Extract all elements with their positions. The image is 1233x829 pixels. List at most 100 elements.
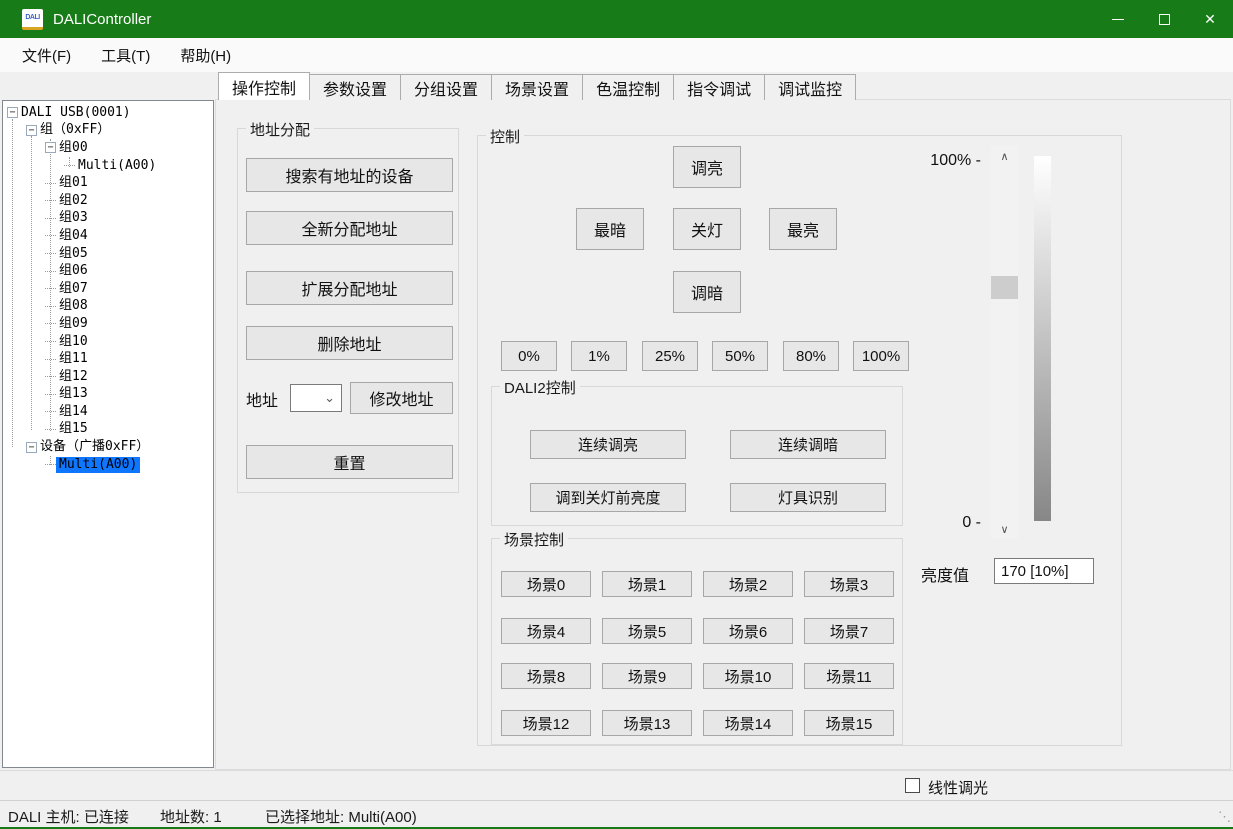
assign-new-address-button[interactable]: 全新分配地址	[246, 211, 453, 245]
tree-item-03[interactable]: 组03	[3, 210, 213, 228]
tree-collapse-icon[interactable]: −	[45, 142, 56, 153]
tree-item-04[interactable]: 组04	[3, 227, 213, 245]
scene-button-3[interactable]: 场景3	[804, 571, 894, 597]
tab-command-debug[interactable]: 指令调试	[673, 74, 765, 100]
brightness-gradient-bar	[1034, 156, 1051, 521]
luminaire-identify-button[interactable]: 灯具识别	[730, 483, 886, 512]
tree-item-daliusb0001[interactable]: −DALI USB(0001)	[3, 104, 213, 122]
brightness-scrollbar[interactable]: ∧ ∨	[991, 146, 1018, 539]
tree-item-label: 组03	[56, 210, 91, 226]
tab-debug-monitor[interactable]: 调试监控	[764, 74, 856, 100]
scene-button-5[interactable]: 场景5	[602, 618, 692, 644]
close-icon: ✕	[1204, 11, 1216, 28]
scene-button-10[interactable]: 场景10	[703, 663, 793, 689]
scene-button-6[interactable]: 场景6	[703, 618, 793, 644]
minimize-button[interactable]	[1095, 0, 1141, 38]
scene-button-8[interactable]: 场景8	[501, 663, 591, 689]
scene-button-0[interactable]: 场景0	[501, 571, 591, 597]
menubar: 文件(F) 工具(T) 帮助(H)	[0, 38, 1233, 72]
dimmest-button[interactable]: 最暗	[576, 208, 644, 250]
tab-group-settings[interactable]: 分组设置	[400, 74, 492, 100]
statusbar: DALI 主机: 已连接 地址数: 1 已选择地址: Multi(A00) ⋱	[0, 800, 1233, 827]
tree-item-13[interactable]: 组13	[3, 386, 213, 404]
linear-dimming-checkbox[interactable]	[905, 778, 920, 793]
percent-button-0[interactable]: 0%	[501, 341, 557, 371]
tree-collapse-icon[interactable]: −	[7, 107, 18, 118]
tree-collapse-icon[interactable]: −	[26, 125, 37, 136]
scene-button-9[interactable]: 场景9	[602, 663, 692, 689]
tree-item-11[interactable]: 组11	[3, 350, 213, 368]
tree-item-02[interactable]: 组02	[3, 192, 213, 210]
tree-item-label: 设备（广播0xFF）	[37, 439, 152, 455]
tree-item-multia00[interactable]: Multi(A00)	[3, 157, 213, 175]
tree-connector	[45, 411, 56, 412]
tree-item-09[interactable]: 组09	[3, 315, 213, 333]
tree-item-label: 组00	[56, 140, 91, 156]
tab-color-temp-control[interactable]: 色温控制	[582, 74, 674, 100]
delete-address-button[interactable]: 删除地址	[246, 326, 453, 360]
continuous-brighten-button[interactable]: 连续调亮	[530, 430, 686, 459]
scroll-up-icon[interactable]: ∧	[991, 146, 1018, 166]
close-button[interactable]: ✕	[1187, 0, 1233, 38]
tree-item-0xff[interactable]: −组（0xFF）	[3, 122, 213, 140]
scene-button-2[interactable]: 场景2	[703, 571, 793, 597]
percent-button-1[interactable]: 1%	[571, 341, 627, 371]
tree-item-01[interactable]: 组01	[3, 174, 213, 192]
percent-button-80[interactable]: 80%	[783, 341, 839, 371]
tree-item-08[interactable]: 组08	[3, 298, 213, 316]
menu-tools[interactable]: 工具(T)	[101, 45, 150, 66]
scene-button-11[interactable]: 场景11	[804, 663, 894, 689]
tree-connector	[45, 464, 56, 465]
footer-strip	[0, 770, 1233, 800]
lights-off-button[interactable]: 关灯	[673, 208, 741, 250]
scene-button-7[interactable]: 场景7	[804, 618, 894, 644]
scene-button-1[interactable]: 场景1	[602, 571, 692, 597]
tab-operation-control[interactable]: 操作控制	[218, 72, 310, 100]
percent-button-50[interactable]: 50%	[712, 341, 768, 371]
tree-item-10[interactable]: 组10	[3, 333, 213, 351]
brightest-button[interactable]: 最亮	[769, 208, 837, 250]
extend-assign-address-button[interactable]: 扩展分配地址	[246, 271, 453, 305]
resize-grip[interactable]: ⋱	[1218, 809, 1230, 825]
tree-connector	[45, 253, 56, 254]
scene-button-14[interactable]: 场景14	[703, 710, 793, 736]
scroll-down-icon[interactable]: ∨	[991, 519, 1018, 539]
reset-button[interactable]: 重置	[246, 445, 453, 479]
scene-button-4[interactable]: 场景4	[501, 618, 591, 644]
brighten-button[interactable]: 调亮	[673, 146, 741, 188]
tree-item-15[interactable]: 组15	[3, 421, 213, 439]
tree-item-06[interactable]: 组06	[3, 262, 213, 280]
tree-item-12[interactable]: 组12	[3, 368, 213, 386]
minimize-icon	[1112, 19, 1124, 20]
scene-button-13[interactable]: 场景13	[602, 710, 692, 736]
search-addressed-devices-button[interactable]: 搜索有地址的设备	[246, 158, 453, 192]
brightness-value-label: 亮度值	[921, 562, 981, 586]
tree-item-00[interactable]: −组00	[3, 139, 213, 157]
continuous-dim-button[interactable]: 连续调暗	[730, 430, 886, 459]
status-address-count: 地址数: 1	[160, 806, 222, 827]
scrollbar-thumb[interactable]	[991, 276, 1018, 299]
tree-collapse-icon[interactable]: −	[26, 442, 37, 453]
menu-file[interactable]: 文件(F)	[22, 45, 71, 66]
tree-connector	[45, 306, 56, 307]
scene-button-15[interactable]: 场景15	[804, 710, 894, 736]
tree-item-07[interactable]: 组07	[3, 280, 213, 298]
percent-button-25[interactable]: 25%	[642, 341, 698, 371]
tree-item-label: Multi(A00)	[56, 457, 140, 473]
tree-item-05[interactable]: 组05	[3, 245, 213, 263]
dim-button[interactable]: 调暗	[673, 271, 741, 313]
menu-help[interactable]: 帮助(H)	[180, 45, 231, 66]
tab-scene-settings[interactable]: 场景设置	[491, 74, 583, 100]
percent-button-100[interactable]: 100%	[853, 341, 909, 371]
scene-button-12[interactable]: 场景12	[501, 710, 591, 736]
tree-item-14[interactable]: 组14	[3, 403, 213, 421]
tree-item-label: 组11	[56, 351, 91, 367]
maximize-button[interactable]	[1141, 0, 1187, 38]
address-combobox[interactable]: ⌄	[290, 384, 342, 412]
tree-item-multia00[interactable]: Multi(A00)	[3, 456, 213, 474]
tree-item-0xff[interactable]: −设备（广播0xFF）	[3, 438, 213, 456]
tree-item-label: 组13	[56, 386, 91, 402]
modify-address-button[interactable]: 修改地址	[350, 382, 453, 414]
tab-parameter-settings[interactable]: 参数设置	[309, 74, 401, 100]
restore-pre-off-brightness-button[interactable]: 调到关灯前亮度	[530, 483, 686, 512]
